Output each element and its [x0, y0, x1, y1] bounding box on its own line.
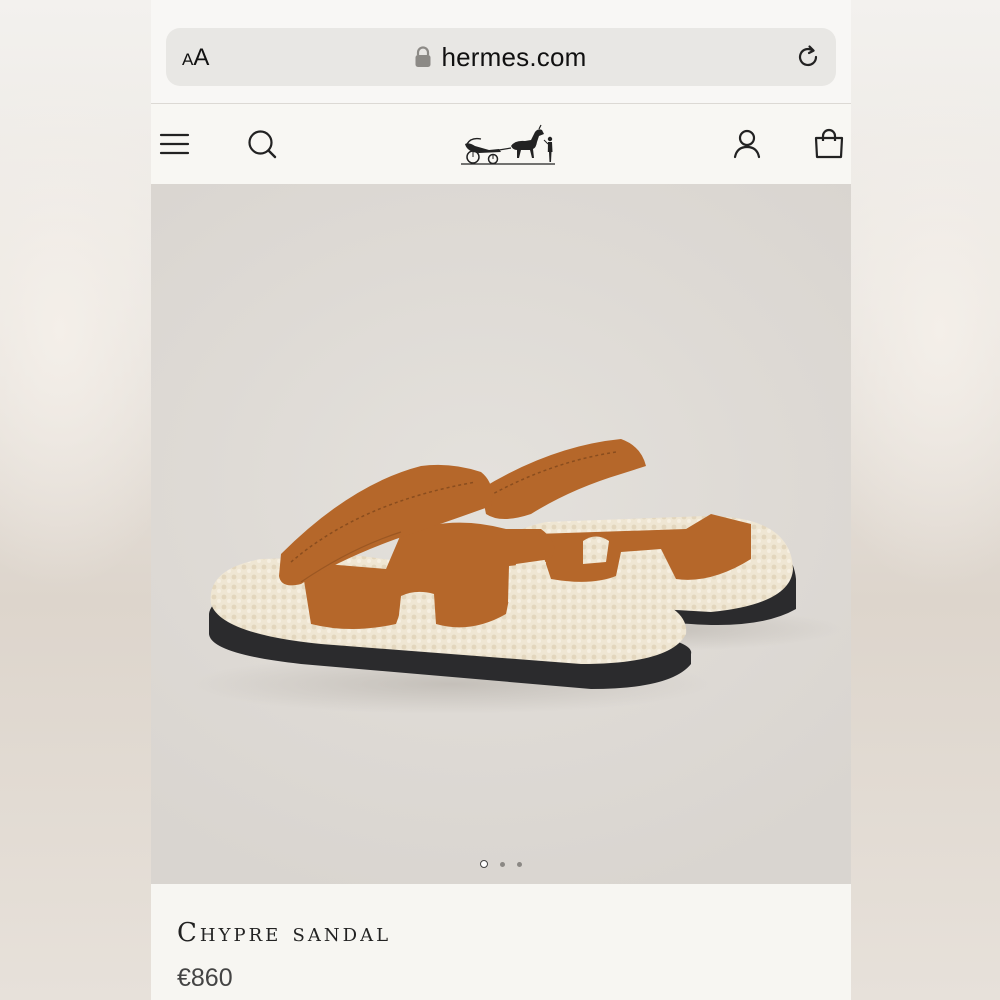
- hermes-logo[interactable]: [459, 122, 559, 170]
- reload-icon[interactable]: [794, 43, 822, 71]
- menu-icon[interactable]: [159, 128, 191, 160]
- lock-icon: [415, 46, 431, 67]
- address-bar[interactable]: AA hermes.com: [166, 28, 836, 86]
- url-text: hermes.com: [441, 41, 587, 72]
- product-name: Chypre sandal: [177, 918, 392, 948]
- carousel-indicator[interactable]: [151, 858, 851, 870]
- account-icon[interactable]: [731, 128, 763, 160]
- phone-screen: AA hermes.com Chypre sandal €860: [151, 0, 851, 1000]
- shopping-bag-icon[interactable]: [813, 128, 845, 160]
- site-header: [151, 104, 851, 184]
- product-price: €860: [177, 964, 233, 992]
- browser-toolbar: AA hermes.com: [151, 0, 851, 104]
- product-info: Chypre sandal €860: [151, 884, 851, 1000]
- url-display[interactable]: hermes.com: [166, 28, 836, 86]
- search-icon[interactable]: [246, 128, 278, 160]
- carousel-dot[interactable]: [517, 861, 522, 867]
- sandals-illustration: [191, 439, 841, 714]
- carousel-dot-active[interactable]: [480, 860, 488, 868]
- carousel-dot[interactable]: [500, 861, 505, 867]
- product-image[interactable]: [151, 184, 851, 884]
